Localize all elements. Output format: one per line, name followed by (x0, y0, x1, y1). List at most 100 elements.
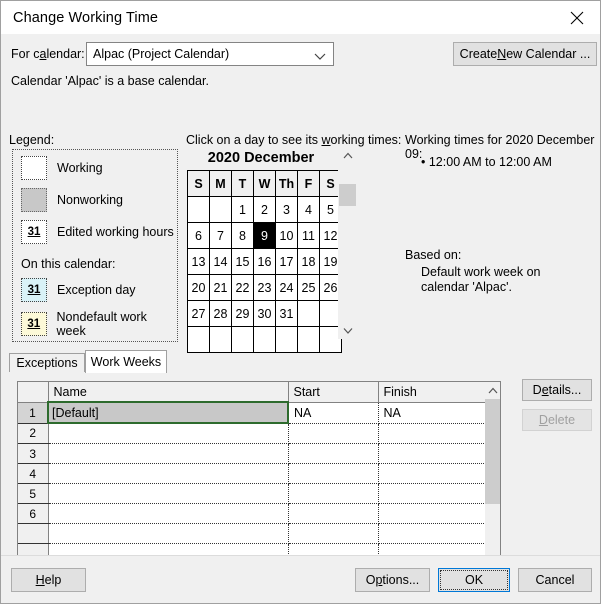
calendar-scrollbar-thumb[interactable] (339, 184, 356, 206)
column-header-name[interactable]: Name (48, 382, 289, 403)
calendar-week-row: 27 28 29 30 31 (187, 300, 342, 327)
day-cell[interactable]: 29 (231, 300, 254, 327)
table-row[interactable]: 4 (18, 463, 500, 484)
day-cell[interactable]: 27 (187, 300, 210, 327)
cancel-button[interactable]: Cancel (518, 568, 592, 592)
grid-scrollbar[interactable] (485, 381, 501, 576)
table-row[interactable] (18, 523, 500, 544)
cell-start[interactable] (288, 483, 379, 504)
tab-work-weeks[interactable]: Work Weeks (85, 350, 167, 373)
cell-finish[interactable] (378, 463, 500, 484)
cell-name[interactable]: [Default] (47, 401, 289, 424)
day-cell[interactable]: 11 (297, 222, 320, 249)
day-cell[interactable]: 13 (187, 248, 210, 275)
day-cell[interactable]: 6 (187, 222, 210, 249)
column-header-rownum (18, 382, 49, 403)
cell-start[interactable] (288, 523, 379, 544)
day-cell[interactable] (209, 326, 232, 353)
day-cell[interactable]: 22 (231, 274, 254, 301)
day-cell[interactable] (231, 326, 254, 353)
day-cell[interactable]: 23 (253, 274, 276, 301)
cell-name[interactable] (48, 503, 289, 524)
cell-start[interactable] (288, 443, 379, 464)
cell-finish[interactable] (378, 443, 500, 464)
day-cell[interactable]: 1 (231, 196, 254, 223)
day-cell[interactable] (297, 300, 320, 327)
create-new-calendar-button[interactable]: Create New Calendar ... (453, 42, 597, 66)
day-cell[interactable]: 30 (253, 300, 276, 327)
table-row[interactable]: 1 [Default] NA NA (18, 401, 500, 424)
help-button[interactable]: Help (11, 568, 86, 592)
day-cell[interactable]: 28 (209, 300, 232, 327)
day-cell[interactable]: 15 (231, 248, 254, 275)
on-this-calendar-label: On this calendar: (21, 257, 116, 271)
day-cell[interactable] (187, 196, 210, 223)
working-times-entry: • 12:00 AM to 12:00 AM (421, 155, 552, 169)
column-header-finish[interactable]: Finish (378, 382, 500, 403)
weekday-4: Th (275, 170, 298, 197)
day-cell[interactable]: 20 (187, 274, 210, 301)
cell-start[interactable] (288, 423, 379, 444)
day-cell[interactable]: 18 (297, 248, 320, 275)
calendar-selector-row: For calendar: Alpac (Project Calendar) C… (1, 42, 601, 68)
mini-calendar[interactable]: S M T W Th F S 1 2 3 4 5 6 7 8 9 10 11 1… (187, 170, 342, 353)
legend-label-edited: Edited working hours (57, 225, 174, 239)
day-cell[interactable]: 24 (275, 274, 298, 301)
cell-start[interactable]: NA (288, 402, 379, 424)
day-cell[interactable] (187, 326, 210, 353)
table-row[interactable]: 6 (18, 503, 500, 524)
day-cell[interactable]: 3 (275, 196, 298, 223)
details-button[interactable]: De tails... (522, 379, 592, 401)
cell-finish[interactable] (378, 503, 500, 524)
chevron-down-icon[interactable] (338, 322, 357, 339)
chevron-up-icon[interactable] (485, 382, 500, 398)
column-header-start[interactable]: Start (288, 382, 379, 403)
swatch-edited: 31 (21, 220, 47, 244)
table-header-row: Name Start Finish (18, 382, 500, 403)
chevron-up-icon[interactable] (338, 147, 357, 164)
day-cell[interactable]: 17 (275, 248, 298, 275)
table-row[interactable]: 2 (18, 423, 500, 444)
tab-exceptions[interactable]: Exceptions (9, 353, 85, 372)
cell-name[interactable] (48, 523, 289, 544)
table-row[interactable]: 5 (18, 483, 500, 504)
day-cell[interactable] (297, 326, 320, 353)
calendar-scrollbar[interactable] (338, 147, 357, 339)
ok-button[interactable]: OK (438, 568, 510, 592)
day-cell[interactable]: 2 (253, 196, 276, 223)
cell-name[interactable] (48, 463, 289, 484)
grid-scrollbar-thumb[interactable] (485, 399, 500, 504)
day-cell[interactable]: 25 (297, 274, 320, 301)
close-icon[interactable] (554, 1, 600, 34)
day-cell[interactable]: 10 (275, 222, 298, 249)
cell-name[interactable] (48, 423, 289, 444)
calendar-body: 1 2 3 4 5 6 7 8 9 10 11 12 13 14 15 16 1… (187, 196, 342, 353)
title-bar: Change Working Time (1, 1, 600, 34)
cell-start[interactable] (288, 463, 379, 484)
based-on-value: Default work week on calendar 'Alpac'. (421, 265, 541, 294)
day-cell[interactable]: 31 (275, 300, 298, 327)
work-weeks-grid: Name Start Finish 1 [Default] NA NA 2 3 … (18, 382, 500, 575)
cell-finish[interactable] (378, 483, 500, 504)
day-cell[interactable]: 21 (209, 274, 232, 301)
day-cell[interactable] (209, 196, 232, 223)
day-cell[interactable]: 4 (297, 196, 320, 223)
for-calendar-dropdown[interactable]: Alpac (Project Calendar) (86, 42, 334, 66)
options-button[interactable]: Op tions... (355, 568, 430, 592)
day-cell-selected[interactable]: 9 (253, 222, 276, 249)
day-cell[interactable] (253, 326, 276, 353)
day-cell[interactable]: 8 (231, 222, 254, 249)
cell-finish[interactable] (378, 423, 500, 444)
cell-finish[interactable]: NA (378, 402, 500, 424)
cell-name[interactable] (48, 443, 289, 464)
day-cell[interactable] (275, 326, 298, 353)
day-cell[interactable]: 14 (209, 248, 232, 275)
calendar-week-row (187, 326, 342, 353)
calendar-month-title: 2020 December (207, 150, 315, 166)
table-row[interactable]: 3 (18, 443, 500, 464)
cell-name[interactable] (48, 483, 289, 504)
cell-finish[interactable] (378, 523, 500, 544)
day-cell[interactable]: 7 (209, 222, 232, 249)
day-cell[interactable]: 16 (253, 248, 276, 275)
cell-start[interactable] (288, 503, 379, 524)
